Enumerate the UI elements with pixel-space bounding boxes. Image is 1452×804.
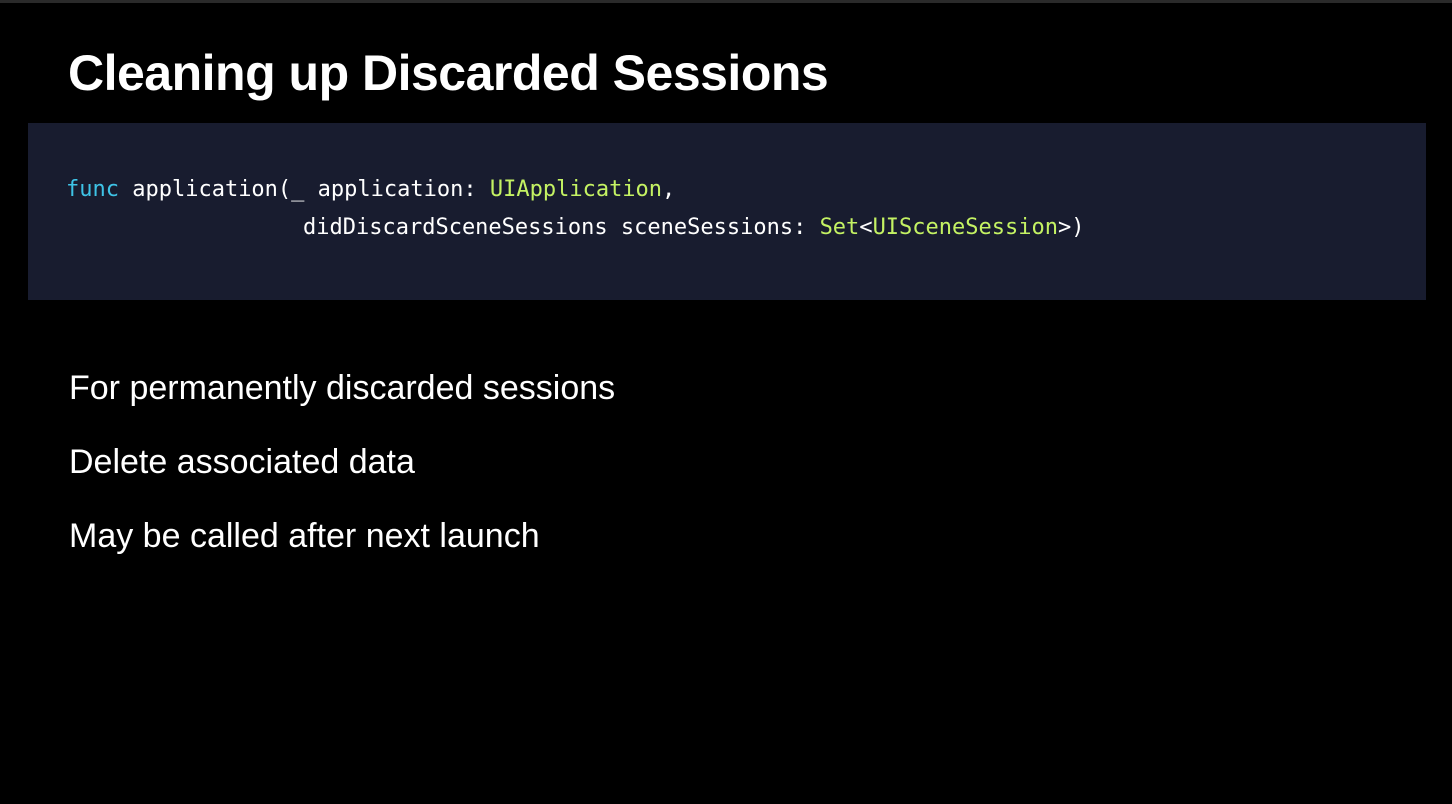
code-type-uiscenesession: UISceneSession bbox=[872, 215, 1058, 240]
code-text: >) bbox=[1058, 215, 1085, 240]
code-type-uiapplication: UIApplication bbox=[489, 177, 663, 202]
code-keyword-func: func bbox=[66, 177, 119, 202]
bullet-item: Delete associated data bbox=[69, 443, 415, 481]
bullet-list: For permanently discarded sessions Delet… bbox=[69, 365, 615, 587]
bullet-item: For permanently discarded sessions bbox=[69, 369, 616, 407]
bullet-item: May be called after next launch bbox=[69, 517, 540, 555]
slide: Cleaning up Discarded Sessions func appl… bbox=[0, 0, 1452, 804]
code-text: didDiscardSceneSessions sceneSessions: bbox=[303, 215, 820, 240]
code-line-1: func application(_ application: UIApplic… bbox=[66, 175, 675, 205]
code-type-set: Set bbox=[819, 215, 860, 240]
code-line-2: didDiscardSceneSessions sceneSessions: S… bbox=[303, 213, 1085, 243]
code-text: < bbox=[859, 215, 873, 240]
slide-title: Cleaning up Discarded Sessions bbox=[68, 45, 829, 101]
code-block: func application(_ application: UIApplic… bbox=[28, 123, 1426, 300]
code-text: application(_ application: bbox=[118, 177, 490, 202]
code-text: , bbox=[662, 177, 676, 202]
